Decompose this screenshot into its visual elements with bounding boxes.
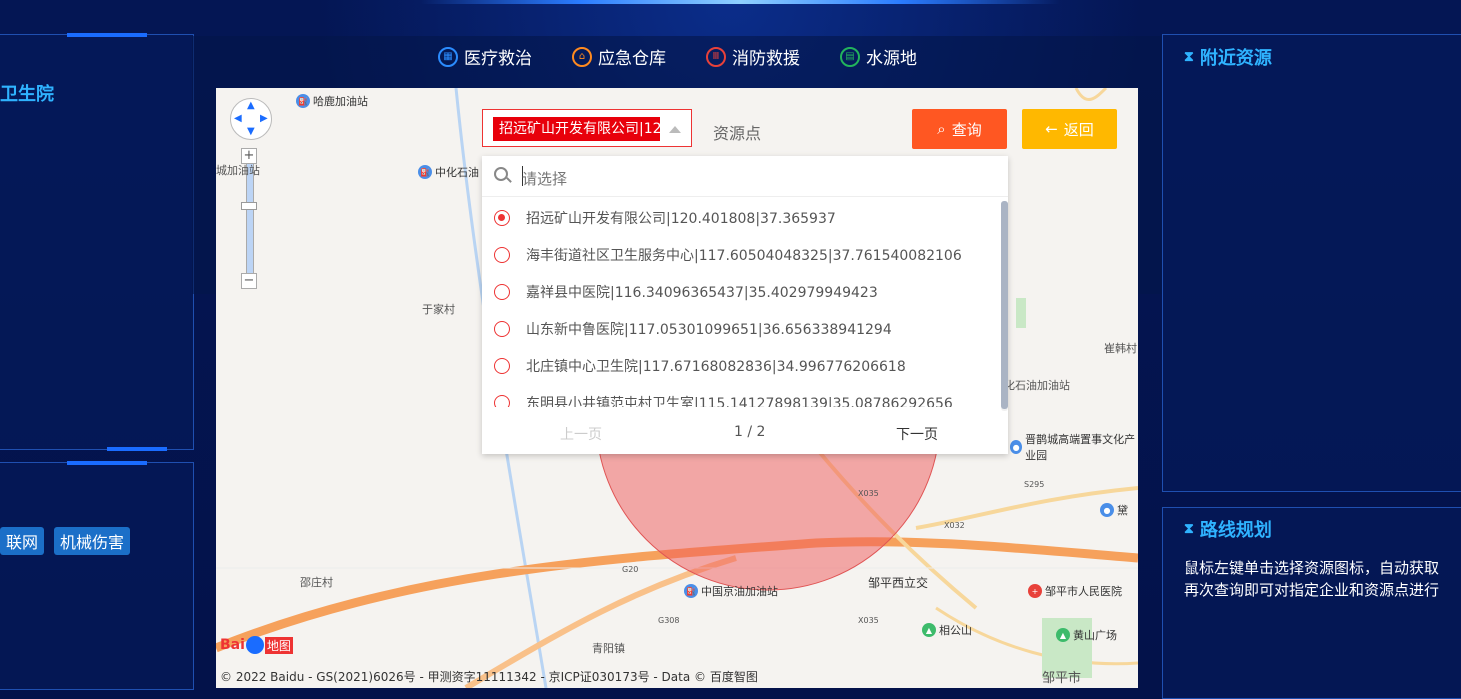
map-label: 化石油加油站 bbox=[1004, 379, 1070, 392]
nearby-resources-panel bbox=[1162, 34, 1461, 492]
pagination: 上一页 1 / 2 下一页 bbox=[482, 412, 1008, 452]
hospital-icon: ▦ bbox=[438, 46, 458, 67]
route-description: 鼠标左键单击选择资源图标，自动获取 再次查询即可对指定企业和资源点进行 bbox=[1184, 559, 1440, 599]
zoom-slider-thumb[interactable] bbox=[241, 202, 257, 210]
hourglass-icon: ⧗ bbox=[1184, 49, 1194, 65]
map-poi[interactable]: ● 晋鹊城高端置事文化产业园 bbox=[1010, 431, 1138, 463]
nav-water-source[interactable]: ▤ 水源地 bbox=[840, 44, 917, 69]
road-label: G308 bbox=[658, 616, 680, 625]
page-indicator: 1 / 2 bbox=[734, 424, 766, 440]
list-item[interactable]: 嘉祥县中医院|116.34096365437|35.402979949423 bbox=[482, 273, 992, 310]
list-item[interactable]: 东明县小井镇范屯村卫生室|115.14127898139|35.08786292… bbox=[482, 384, 992, 407]
road-label: X035 bbox=[858, 489, 879, 498]
map-poi[interactable]: ⛽ 哈鹿加油站 bbox=[296, 93, 368, 109]
map-poi[interactable]: ● 黛 bbox=[1100, 502, 1128, 518]
park-icon: ▲ bbox=[1056, 628, 1070, 642]
radio-checked-icon bbox=[494, 209, 510, 226]
map-poi[interactable]: ▲ 黄山广场 bbox=[1056, 627, 1117, 643]
hospital-icon: + bbox=[1028, 584, 1042, 598]
list-item[interactable]: 招远矿山开发有限公司|120.401808|37.365937 bbox=[482, 199, 992, 236]
prev-page-button[interactable]: 上一页 bbox=[560, 424, 602, 444]
nav-medical[interactable]: ▦ 医疗救治 bbox=[438, 44, 532, 69]
tag-item[interactable]: 机械伤害 bbox=[54, 527, 131, 555]
paw-icon bbox=[245, 636, 264, 654]
map-label: 邹平西立交 bbox=[868, 576, 929, 590]
fire-station-icon: Ⅲ bbox=[706, 46, 726, 67]
road-label: X032 bbox=[944, 521, 965, 530]
map-poi[interactable]: + 邹平市人民医院 bbox=[1028, 583, 1122, 599]
hazard-tags: 联网 机械伤害 bbox=[0, 527, 131, 555]
enterprise-select[interactable]: 招远矿山开发有限公司|120.401808|37.365937 bbox=[482, 109, 692, 147]
selected-enterprise: 招远矿山开发有限公司|120.401808|37.365937 bbox=[493, 117, 660, 141]
search-icon: ⌕ bbox=[937, 120, 946, 138]
left-panel-title: 卫生院 bbox=[0, 84, 54, 105]
search-placeholder: 请选择 bbox=[522, 170, 568, 188]
radio-icon bbox=[494, 246, 510, 263]
tag-item[interactable]: 联网 bbox=[0, 527, 45, 555]
map-label: 邹平市 bbox=[1042, 671, 1082, 686]
gas-station-icon: ⛽ bbox=[296, 94, 310, 108]
park-icon: ▲ bbox=[922, 623, 936, 637]
road-label: X035 bbox=[858, 616, 879, 625]
radio-icon bbox=[494, 357, 510, 374]
header-glow-line bbox=[420, 0, 1060, 4]
water-source-icon: ▤ bbox=[840, 46, 860, 67]
radio-icon bbox=[494, 394, 510, 407]
nav-warehouse[interactable]: ⌂ 应急仓库 bbox=[572, 44, 666, 69]
list-item[interactable]: 海丰街道社区卫生服务中心|117.60504048325|37.76154008… bbox=[482, 236, 992, 273]
caret-up-icon bbox=[669, 126, 681, 133]
enterprise-dropdown: 请选择 招远矿山开发有限公司|120.401808|37.365937 海丰街道… bbox=[482, 156, 1008, 454]
map-poi[interactable]: ⛽ 中化石油 bbox=[418, 164, 479, 180]
left-bottom-panel bbox=[0, 461, 194, 690]
next-page-button[interactable]: 下一页 bbox=[896, 424, 938, 444]
route-planning-title: ⧗ 路线规划 bbox=[1184, 520, 1272, 541]
back-button[interactable]: ← 返回 bbox=[1022, 109, 1117, 149]
map-pan-control[interactable]: ▲ ▼ ◀ ▶ bbox=[230, 98, 272, 140]
location-icon: ● bbox=[1100, 503, 1114, 517]
search-icon bbox=[494, 167, 508, 181]
gas-station-icon: ⛽ bbox=[684, 584, 698, 598]
location-icon: ● bbox=[1010, 440, 1023, 454]
warehouse-icon: ⌂ bbox=[572, 46, 592, 67]
map-label: 于家村 bbox=[422, 303, 455, 316]
gas-station-icon: ⛽ bbox=[418, 165, 432, 179]
baidu-logo: Bai 地图 bbox=[220, 636, 293, 654]
arrow-left-icon: ← bbox=[1045, 120, 1058, 138]
scrollbar-thumb[interactable] bbox=[1001, 201, 1008, 409]
resource-point-label: 资源点 bbox=[713, 124, 762, 143]
query-button[interactable]: ⌕ 查询 bbox=[912, 109, 1007, 149]
nav-fire-rescue[interactable]: Ⅲ 消防救援 bbox=[706, 44, 800, 69]
map-view[interactable]: ▲ ▼ ◀ ▶ + − ⛽ 哈鹿加油站 ⛽ 中化石油 城加油站 于家村 化石油加油站 崔… bbox=[216, 88, 1138, 688]
list-scrollbar[interactable] bbox=[1001, 201, 1008, 411]
dropdown-search[interactable]: 请选择 bbox=[482, 156, 1008, 197]
road-label: G20 bbox=[622, 565, 639, 574]
map-label: 城加油站 bbox=[216, 164, 260, 177]
road-label: S295 bbox=[1024, 480, 1045, 489]
map-label: 邵庄村 bbox=[300, 576, 333, 589]
list-item[interactable]: 山东新中鲁医院|117.05301099651|36.656338941294 bbox=[482, 310, 992, 347]
resource-type-nav: ▦ 医疗救治 ⌂ 应急仓库 Ⅲ 消防救援 ▤ 水源地 bbox=[438, 44, 917, 69]
radio-icon bbox=[494, 283, 510, 300]
nearby-resources-title: ⧗ 附近资源 bbox=[1184, 48, 1272, 69]
option-list: 招远矿山开发有限公司|120.401808|37.365937 海丰街道社区卫生… bbox=[482, 199, 992, 407]
map-poi[interactable]: ⛽ 中国京油加油站 bbox=[684, 583, 778, 599]
map-poi[interactable]: ▲ 相公山 bbox=[922, 622, 972, 638]
map-label: 崔韩村 bbox=[1104, 342, 1137, 355]
map-copyright: © 2022 Baidu - GS(2021)6026号 - 甲测资字11111… bbox=[220, 670, 758, 684]
radio-icon bbox=[494, 320, 510, 337]
list-item[interactable]: 北庄镇中心卫生院|117.67168082836|34.996776206618 bbox=[482, 347, 992, 384]
zoom-out-button[interactable]: − bbox=[241, 273, 257, 289]
map-label: 青阳镇 bbox=[592, 642, 625, 655]
hourglass-icon: ⧗ bbox=[1184, 521, 1194, 537]
